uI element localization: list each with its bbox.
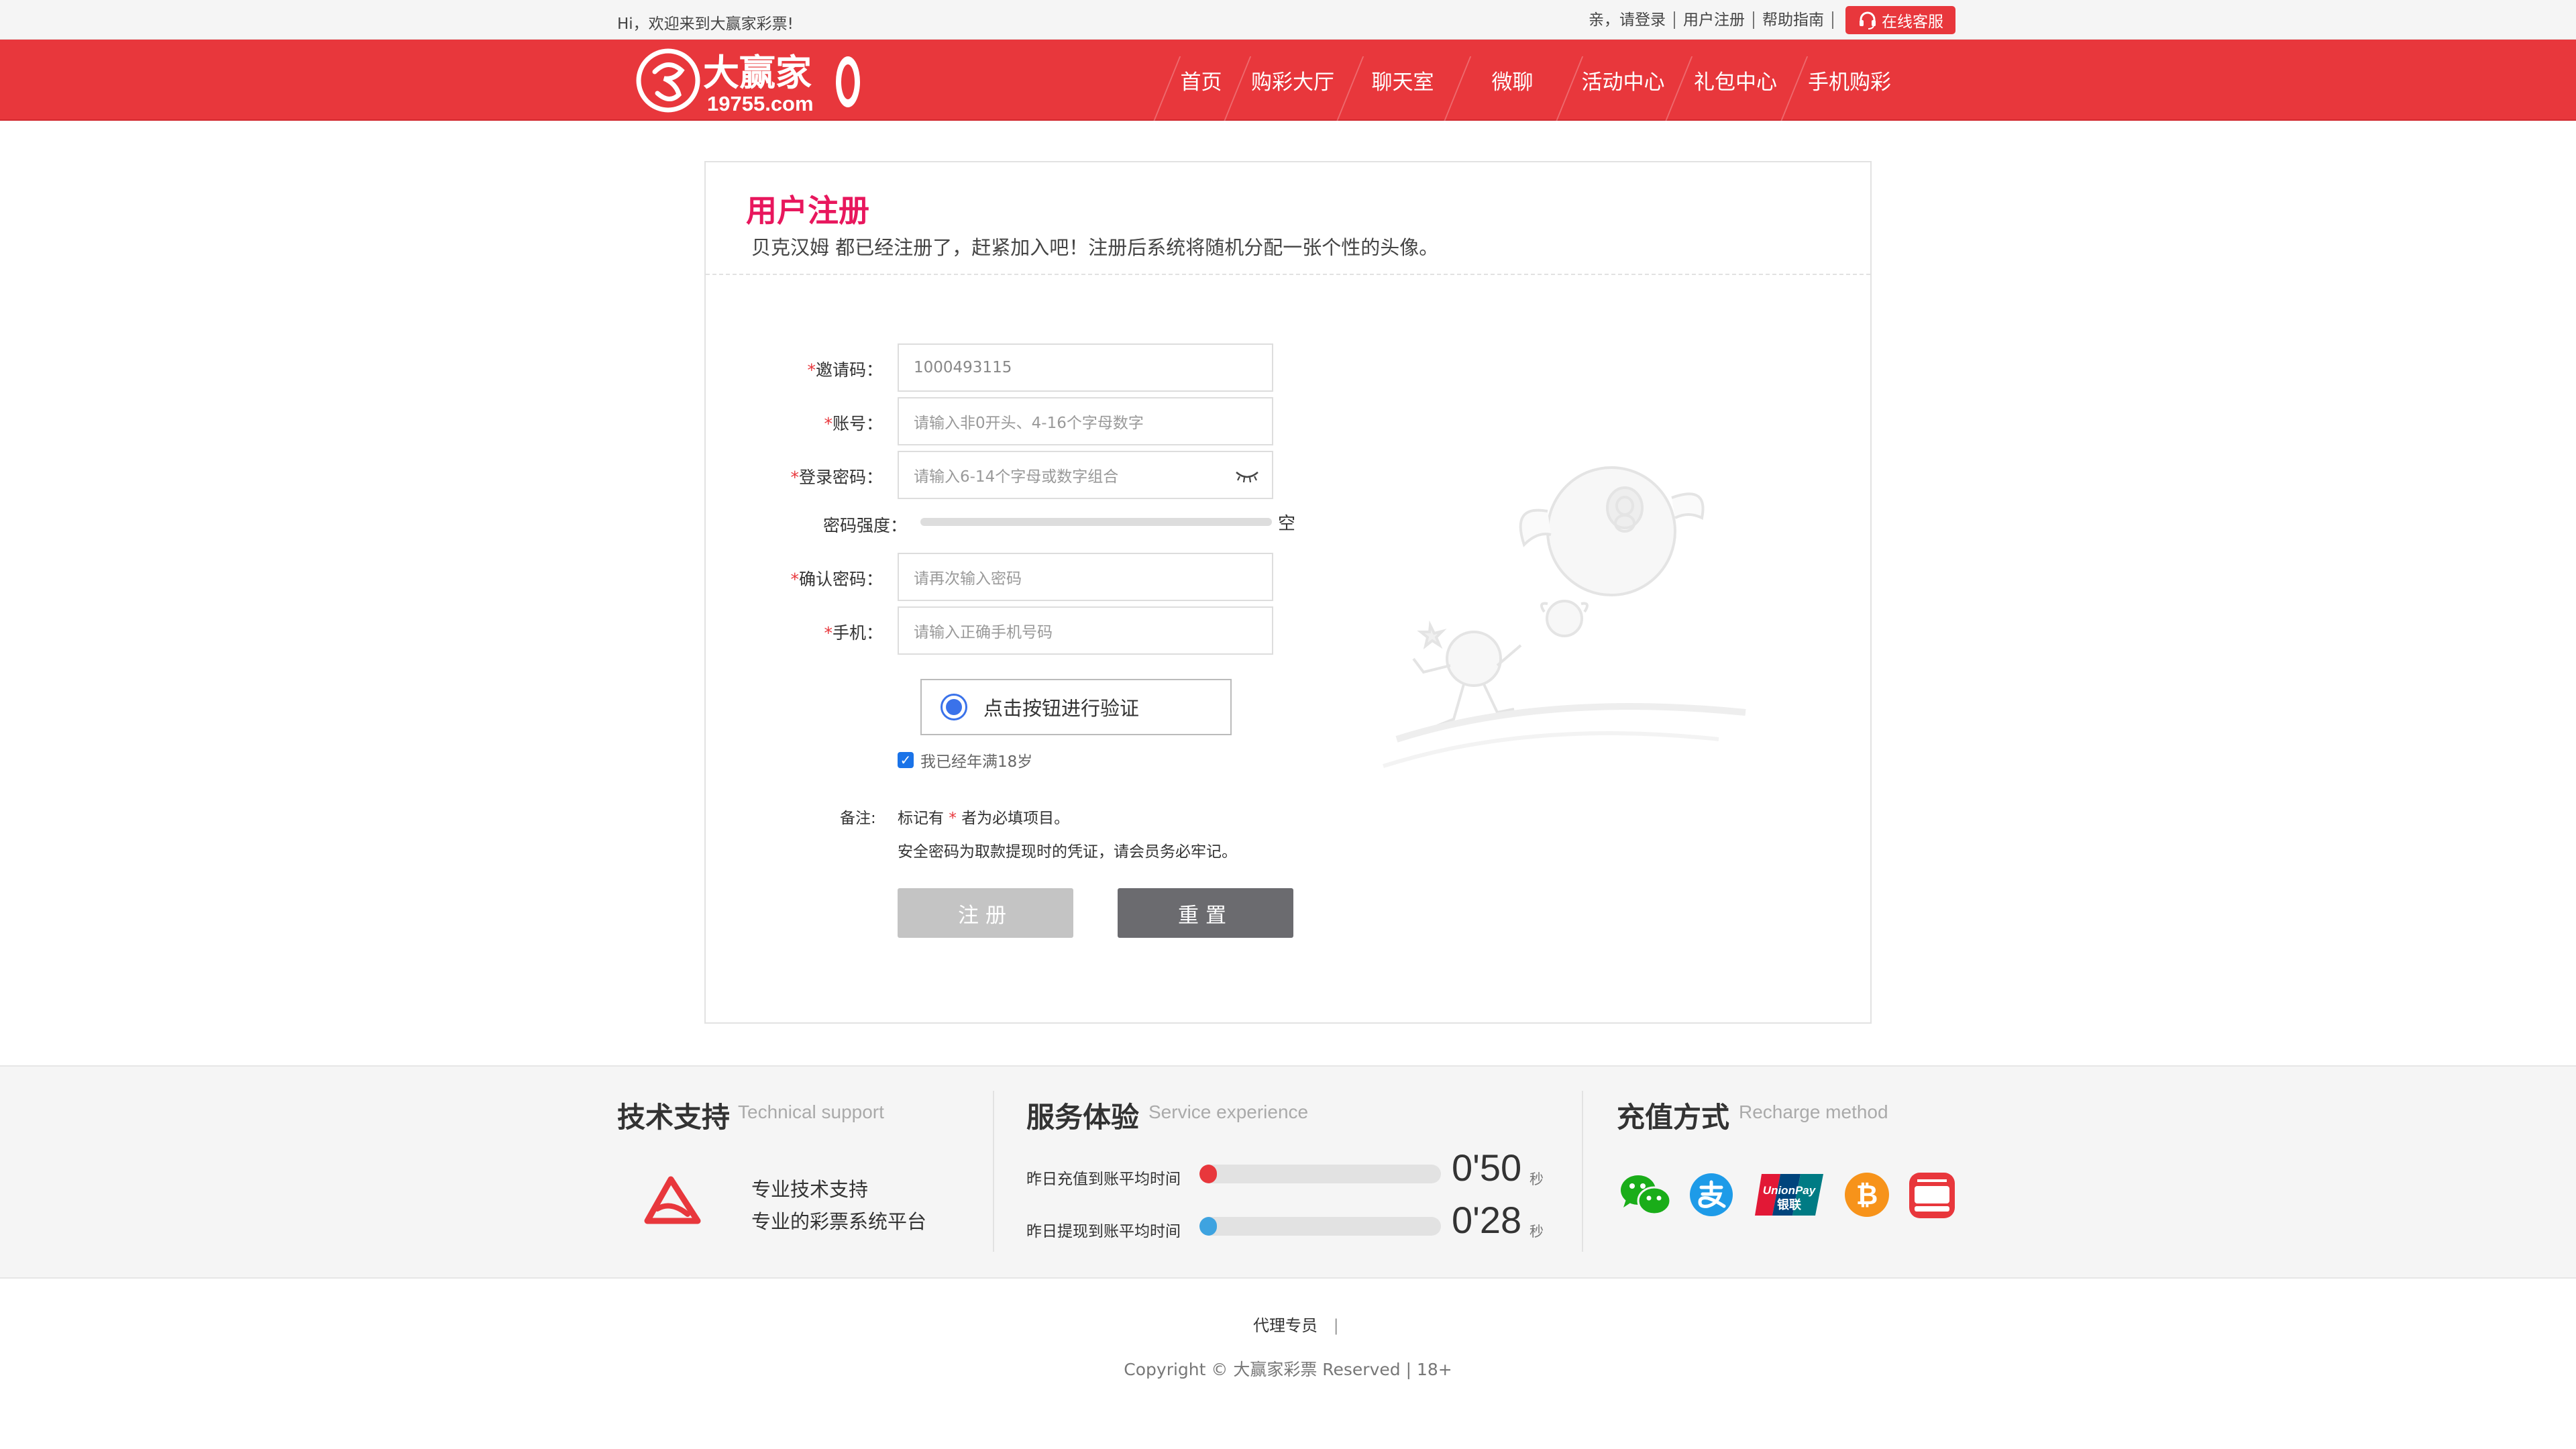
service-title: 服务体验 — [1026, 1101, 1140, 1134]
account-placeholder: 请输入非0开头、4-16个字母数字 — [914, 415, 1144, 432]
captcha-verify-button[interactable]: 点击按钮进行验证 — [920, 679, 1232, 735]
nav-activity-center[interactable]: 活动中心 — [1568, 40, 1678, 121]
nav-wechat[interactable]: 微聊 — [1456, 40, 1568, 121]
register-link[interactable]: 用户注册 — [1675, 11, 1754, 29]
cloud-pay-icon — [1909, 1173, 1955, 1218]
tech-support-line1: 专业技术支持 — [751, 1178, 869, 1201]
invite-code-input[interactable]: 1000493115 — [898, 343, 1273, 392]
recharge-time-value: 0'50 — [1452, 1146, 1522, 1189]
eye-closed-icon[interactable] — [1234, 467, 1260, 484]
logo-name: 大赢家 — [703, 52, 812, 94]
password-placeholder: 请输入6-14个字母或数字组合 — [914, 468, 1119, 486]
checkmark-icon: ✓ — [898, 752, 914, 768]
password-input[interactable]: 请输入6-14个字母或数字组合 — [898, 451, 1273, 499]
withdraw-time-bar — [1199, 1217, 1441, 1236]
headset-icon — [1860, 11, 1876, 30]
account-label: *账号： — [824, 414, 883, 433]
note-required: 标记有 * 者为必填项目。 — [898, 810, 1070, 827]
note-security: 安全密码为取款提现时的凭证，请会员务必牢记。 — [898, 843, 1237, 861]
tech-support-en: Technical support — [738, 1102, 884, 1122]
page-subtitle: 贝克汉姆 都已经注册了，赶紧加入吧！注册后系统将随机分配一张个性的头像。 — [751, 236, 1439, 259]
register-card-header: 用户注册 贝克汉姆 都已经注册了，赶紧加入吧！注册后系统将随机分配一张个性的头像… — [706, 162, 1870, 275]
withdraw-time-label: 昨日提现到账平均时间 — [1026, 1223, 1181, 1240]
password-strength-bar — [920, 518, 1272, 526]
invite-code-value: 1000493115 — [914, 359, 1012, 376]
welcome-text: Hi，欢迎来到大赢家彩票! — [617, 15, 794, 33]
withdraw-time-fill — [1199, 1217, 1217, 1236]
recharge-method-en: Recharge method — [1739, 1102, 1888, 1122]
online-service-label: 在线客服 — [1882, 13, 1943, 31]
radio-dot-icon — [941, 694, 967, 720]
top-bar: Hi，欢迎来到大赢家彩票! 亲，请登录 用户注册 帮助指南 在线客服 — [0, 0, 2576, 40]
service-en: Service experience — [1148, 1102, 1309, 1122]
wechat-pay-icon — [1621, 1175, 1672, 1216]
recharge-time-fill — [1199, 1165, 1217, 1183]
nav-lottery-hall[interactable]: 购彩大厅 — [1236, 40, 1349, 121]
recharge-time-bar — [1199, 1165, 1441, 1183]
footer-divider — [1582, 1091, 1583, 1252]
unionpay-cn-text: 银联 — [1777, 1197, 1801, 1212]
agent-link[interactable]: 代理专员 — [1253, 1316, 1318, 1335]
nav-chatroom[interactable]: 聊天室 — [1349, 40, 1456, 121]
main-header: 大赢家 19755.com 首页 购彩大厅 聊天室 微聊 活动中心 礼包中心 手… — [0, 40, 2576, 121]
footer-info: 技术支持 Technical support 专业技术支持 专业的彩票系统平台 … — [0, 1065, 2576, 1279]
page-title: 用户注册 — [746, 193, 869, 229]
nav-mobile-lottery[interactable]: 手机购彩 — [1793, 40, 1906, 121]
register-card: 用户注册 贝克汉姆 都已经注册了，赶紧加入吧！注册后系统将随机分配一张个性的头像… — [704, 161, 1872, 1024]
recharge-time-label: 昨日充值到账平均时间 — [1026, 1171, 1181, 1188]
recharge-time-unit: 秒 — [1529, 1171, 1544, 1187]
phone-label: *手机： — [824, 623, 883, 643]
nav-gift-center[interactable]: 礼包中心 — [1678, 40, 1793, 121]
alipay-icon — [1690, 1173, 1733, 1216]
reset-button[interactable]: 重置 — [1118, 888, 1293, 938]
unionpay-icon: UnionPay 银联 — [1755, 1174, 1823, 1216]
register-button[interactable]: 注册 — [898, 888, 1073, 938]
unionpay-text: UnionPay — [1763, 1184, 1817, 1197]
account-input[interactable]: 请输入非0开头、4-16个字母数字 — [898, 397, 1273, 445]
recharge-method-title: 充值方式 — [1617, 1101, 1730, 1134]
withdraw-time-value: 0'28 — [1452, 1199, 1522, 1241]
withdraw-time-unit: 秒 — [1529, 1224, 1544, 1240]
password-strength-value: 空 — [1278, 514, 1296, 534]
confirm-password-input[interactable]: 请再次输入密码 — [898, 553, 1273, 601]
footer-divider — [993, 1091, 994, 1252]
copyright-text: Copyright © 大赢家彩票 Reserved | 18+ — [1124, 1360, 1452, 1379]
site-logo[interactable]: 大赢家 19755.com — [635, 45, 869, 116]
captcha-verify-label: 点击按钮进行验证 — [983, 697, 1140, 720]
login-link[interactable]: 亲，请登录 — [1580, 11, 1675, 29]
mascot-illustration — [1383, 466, 1746, 768]
tech-support-line2: 专业的彩票系统平台 — [751, 1210, 927, 1233]
invite-code-label: *邀请码： — [807, 360, 883, 380]
help-link[interactable]: 帮助指南 — [1754, 11, 1833, 29]
bitcoin-icon: ₿ — [1845, 1173, 1889, 1217]
nav-home[interactable]: 首页 — [1166, 40, 1236, 121]
tech-support-logo-icon — [644, 1176, 701, 1224]
svg-text:₿: ₿ — [1856, 1181, 1878, 1210]
age-checkbox[interactable]: ✓ 我已经年满18岁 — [898, 749, 1032, 771]
password-label: *登录密码： — [790, 468, 883, 487]
online-service-button[interactable]: 在线客服 — [1845, 6, 1955, 34]
phone-placeholder: 请输入正确手机号码 — [914, 624, 1053, 641]
strength-label: 密码强度： — [822, 516, 907, 535]
age-checkbox-label: 我已经年满18岁 — [920, 753, 1033, 771]
phone-input[interactable]: 请输入正确手机号码 — [898, 606, 1273, 655]
tech-support-title: 技术支持 — [617, 1101, 731, 1134]
agent-separator: | — [1333, 1316, 1339, 1335]
logo-domain: 19755.com — [707, 92, 814, 115]
main-nav: 首页 购彩大厅 聊天室 微聊 活动中心 礼包中心 手机购彩 — [1166, 40, 1906, 121]
top-links: 亲，请登录 用户注册 帮助指南 在线客服 — [1580, 6, 1955, 34]
agent-footer: 代理专员 | — [1253, 1312, 1339, 1336]
confirm-password-placeholder: 请再次输入密码 — [914, 570, 1022, 588]
confirm-password-label: *确认密码： — [790, 570, 883, 589]
